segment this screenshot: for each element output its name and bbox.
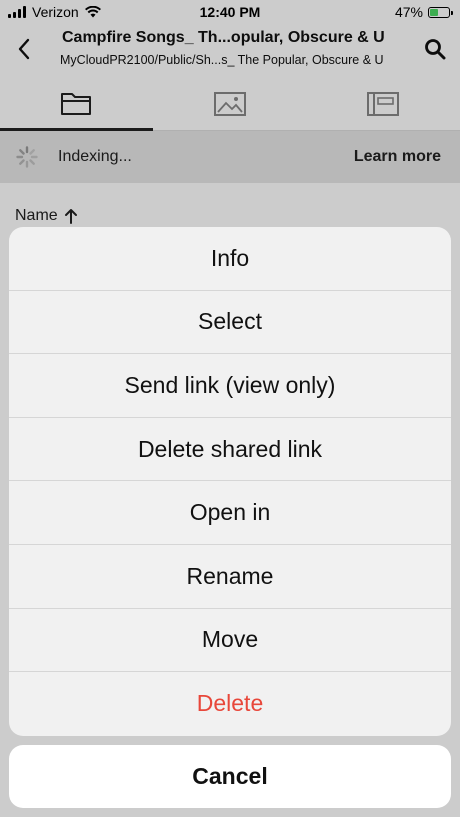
action-info[interactable]: Info: [9, 227, 451, 291]
action-delete[interactable]: Delete: [9, 672, 451, 736]
cancel-button[interactable]: Cancel: [9, 745, 451, 808]
action-rename[interactable]: Rename: [9, 545, 451, 609]
action-select[interactable]: Select: [9, 291, 451, 355]
action-sheet: Info Select Send link (view only) Delete…: [9, 227, 451, 736]
action-send-link[interactable]: Send link (view only): [9, 354, 451, 418]
action-delete-shared-link[interactable]: Delete shared link: [9, 418, 451, 482]
action-open-in[interactable]: Open in: [9, 481, 451, 545]
action-move[interactable]: Move: [9, 609, 451, 673]
